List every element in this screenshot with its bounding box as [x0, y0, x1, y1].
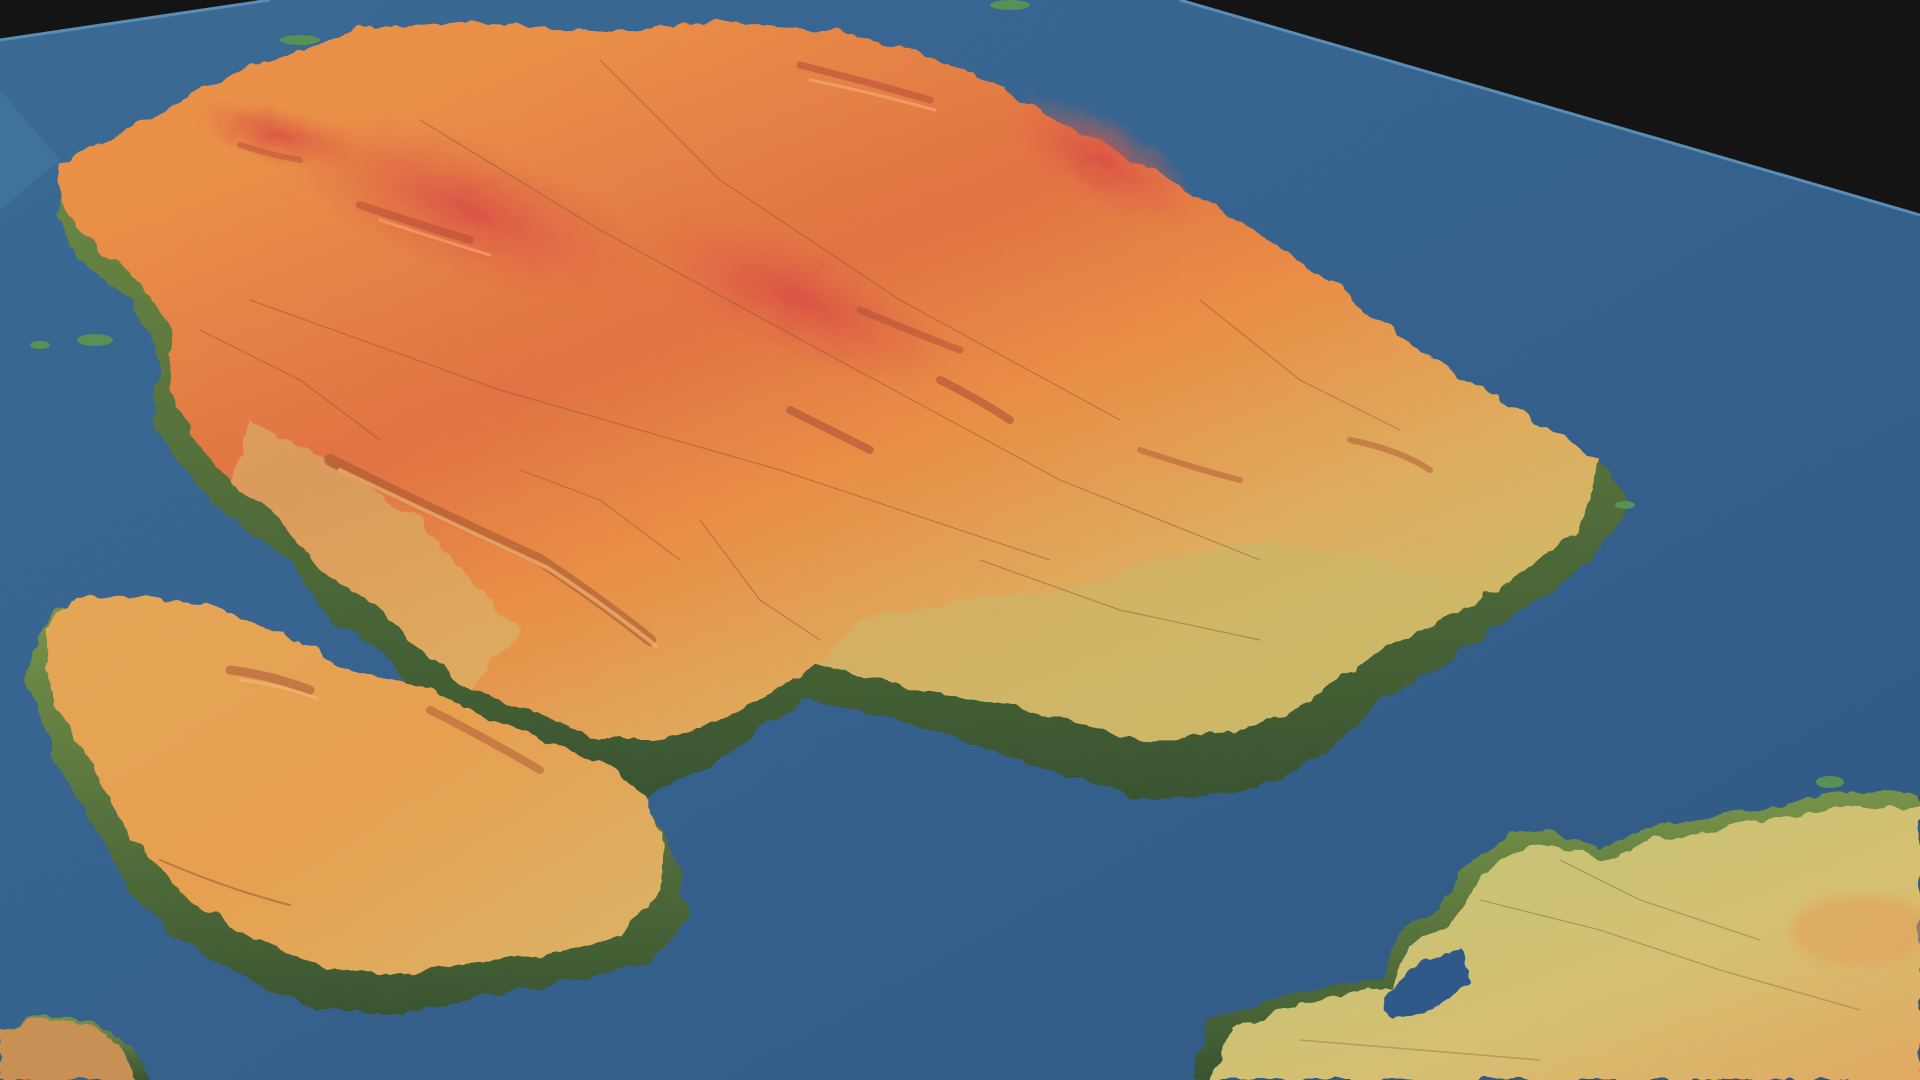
- terrain-map-canvas: [0, 0, 1920, 1080]
- grain-overlay: [0, 0, 1920, 1080]
- terrain-relief-map: [0, 0, 1920, 1080]
